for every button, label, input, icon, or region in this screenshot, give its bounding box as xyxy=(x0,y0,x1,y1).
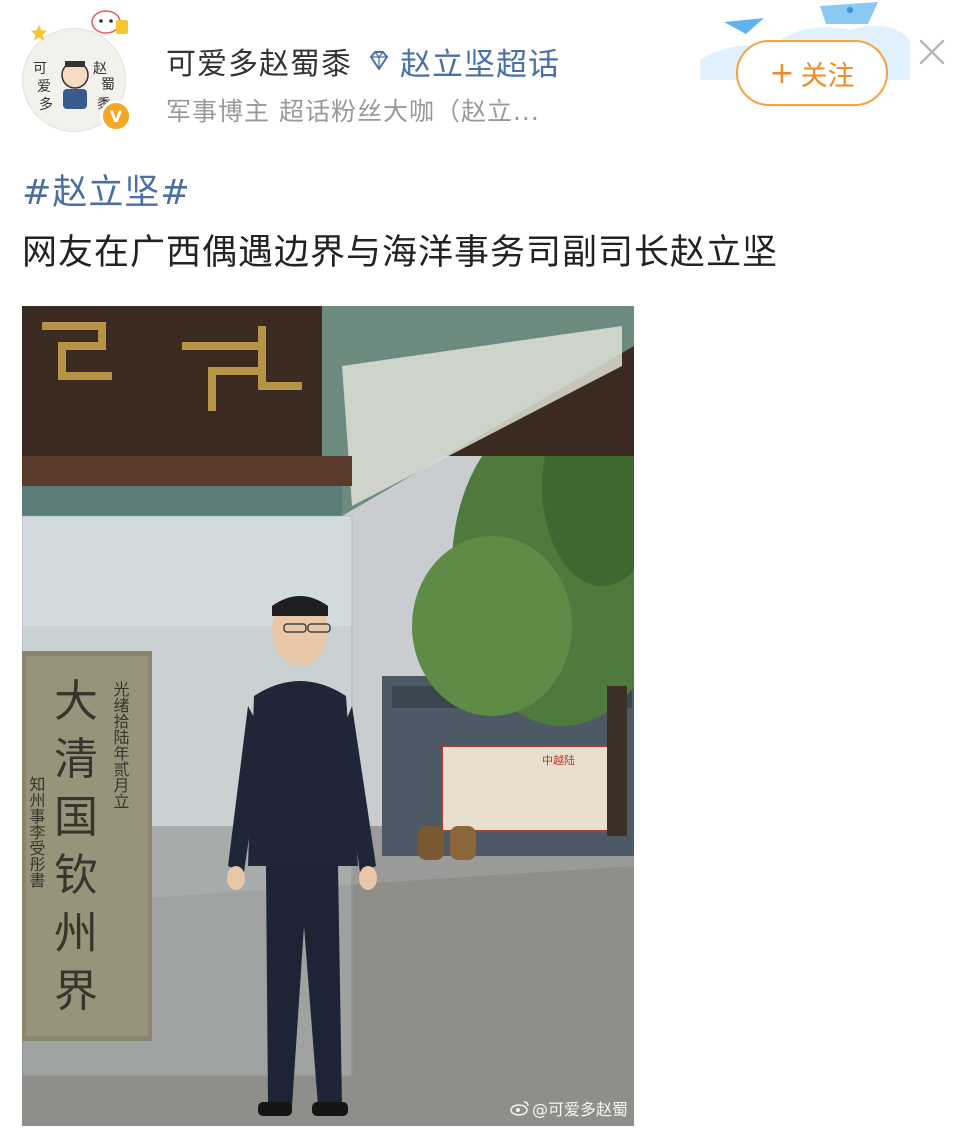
cat-sticker-icon xyxy=(91,10,128,34)
user-subtitle: 军事博主 超话粉丝大咖（赵立... xyxy=(166,97,540,126)
plus-icon: + xyxy=(769,55,795,91)
post-header: 可 爱 多 赵 蜀 黍 V 可爱多赵蜀黍 赵立坚超话 军事博主 超话粉丝大咖（赵… xyxy=(0,0,958,160)
stele-left-column: 知州事李受彤書 xyxy=(27,776,46,888)
post-text: 网友在广西偶遇边界与海洋事务司副司长赵立坚 xyxy=(22,233,779,273)
stele-char-4: 钦 xyxy=(54,850,98,901)
avatar-text-2: 爱 xyxy=(37,79,51,95)
stele-right-column: 光绪拾陆年贰月立 xyxy=(111,681,130,809)
weibo-logo-icon xyxy=(510,1101,529,1116)
watermark-text: @可爱多赵蜀 xyxy=(531,1100,628,1119)
verified-mark: V xyxy=(109,106,123,126)
post-photo[interactable]: 中越陆 大 清 国 钦 州 界 光绪拾陆年贰月立 知州事李受彤書 @可爱多赵蜀 xyxy=(22,306,634,1126)
name-row: 可爱多赵蜀黍 赵立坚超话 xyxy=(166,38,560,84)
avatar[interactable]: 可 爱 多 赵 蜀 黍 V xyxy=(22,28,132,136)
stele-char-5: 州 xyxy=(54,908,98,959)
username[interactable]: 可爱多赵蜀黍 xyxy=(166,39,352,83)
follow-label: 关注 xyxy=(800,60,855,92)
photo-illustration: 中越陆 大 清 国 钦 州 界 光绪拾陆年贰月立 知州事李受彤書 xyxy=(22,306,634,1126)
diamond-icon xyxy=(370,51,388,70)
stele-char-1: 大 xyxy=(54,676,98,727)
post-hashtag[interactable]: #赵立坚# xyxy=(22,164,191,215)
supertopic-link[interactable]: 赵立坚超话 xyxy=(400,39,560,84)
avatar-text-4: 赵 xyxy=(93,61,107,77)
star-icon xyxy=(30,24,48,41)
photo-watermark: @可爱多赵蜀 xyxy=(510,1096,628,1120)
avatar-text-3: 多 xyxy=(39,96,53,113)
stele-char-2: 清 xyxy=(54,734,98,785)
close-icon[interactable] xyxy=(916,36,948,68)
avatar-text-5: 蜀 xyxy=(101,77,115,93)
plaque-title: 中越陆 xyxy=(542,753,575,767)
stele-char-6: 界 xyxy=(54,966,98,1017)
stele-char-3: 国 xyxy=(54,792,98,843)
verified-badge-icon: V xyxy=(100,100,132,132)
avatar-text-1: 可 xyxy=(33,61,47,77)
follow-button[interactable]: + 关注 xyxy=(736,40,888,106)
